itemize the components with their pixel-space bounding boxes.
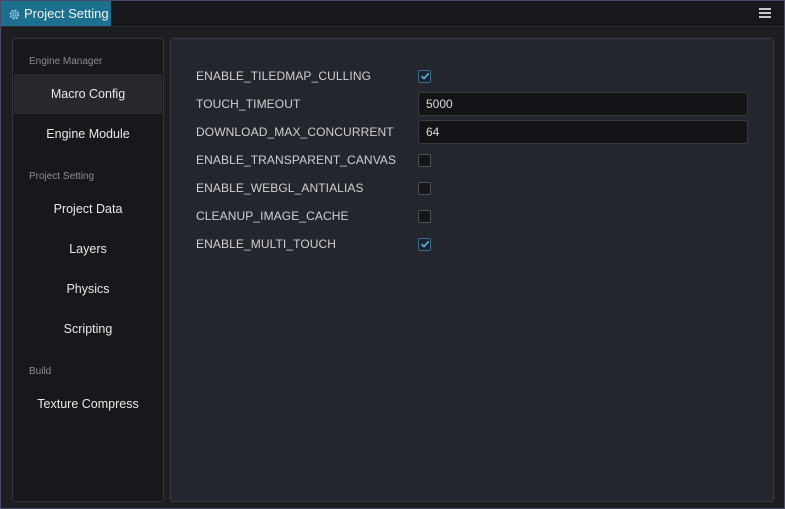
macro-row-touch-timeout: TOUCH_TIMEOUT [196, 92, 756, 116]
sidebar-item-layers[interactable]: Layers [14, 229, 162, 269]
macro-row-enable-transparent-canvas: ENABLE_TRANSPARENT_CANVAS [196, 148, 756, 172]
section-label-build: Build [29, 366, 52, 377]
tab-project-setting[interactable]: Project Setting [1, 1, 111, 26]
checkmark-icon [420, 240, 429, 248]
title-bar: Project Setting [1, 1, 784, 27]
macro-row-download-max-concurrent: DOWNLOAD_MAX_CONCURRENT [196, 120, 756, 144]
tab-title: Project Setting [24, 6, 109, 21]
sidebar-item-physics[interactable]: Physics [14, 269, 162, 309]
sidebar-item-project-data[interactable]: Project Data [14, 189, 162, 229]
macro-row-enable-webgl-antialias: ENABLE_WEBGL_ANTIALIAS [196, 176, 756, 200]
macro-row-enable-tiledmap-culling: ENABLE_TILEDMAP_CULLING [196, 64, 756, 88]
sidebar-item-texture-compress[interactable]: Texture Compress [14, 384, 162, 424]
sidebar-item-engine-module[interactable]: Engine Module [14, 114, 162, 154]
section-label-project-setting: Project Setting [29, 171, 95, 182]
checkmark-icon [420, 72, 429, 80]
macro-label: ENABLE_WEBGL_ANTIALIAS [196, 181, 364, 195]
project-setting-window: Project Setting Engine Manager Macro Con… [0, 0, 785, 509]
macro-row-cleanup-image-cache: CLEANUP_IMAGE_CACHE [196, 204, 756, 228]
sidebar-item-scripting[interactable]: Scripting [14, 309, 162, 349]
sidebar-item-macro-config[interactable]: Macro Config [14, 74, 162, 114]
macro-row-enable-multi-touch: ENABLE_MULTI_TOUCH [196, 232, 756, 256]
enable-webgl-antialias-checkbox[interactable] [418, 181, 431, 195]
download-max-concurrent-input[interactable] [418, 120, 748, 144]
gear-icon [9, 8, 20, 20]
hamburger-menu-icon[interactable] [758, 6, 772, 20]
enable-tiledmap-culling-checkbox[interactable] [418, 69, 431, 83]
section-label-engine-manager: Engine Manager [29, 56, 103, 67]
enable-multi-touch-checkbox[interactable] [418, 237, 431, 251]
enable-transparent-canvas-checkbox[interactable] [418, 153, 431, 167]
sidebar: Engine Manager Macro Config Engine Modul… [12, 38, 164, 502]
macro-config-panel: ENABLE_TILEDMAP_CULLING TOUCH_TIMEOUT DO… [170, 38, 774, 502]
cleanup-image-cache-checkbox[interactable] [418, 209, 431, 223]
touch-timeout-input[interactable] [418, 92, 748, 116]
macro-label: CLEANUP_IMAGE_CACHE [196, 209, 349, 223]
macro-label: ENABLE_MULTI_TOUCH [196, 237, 337, 251]
macro-label: ENABLE_TILEDMAP_CULLING [196, 69, 372, 83]
macro-label: ENABLE_TRANSPARENT_CANVAS [196, 153, 397, 167]
macro-label: DOWNLOAD_MAX_CONCURRENT [196, 125, 394, 139]
macro-label: TOUCH_TIMEOUT [196, 97, 301, 111]
